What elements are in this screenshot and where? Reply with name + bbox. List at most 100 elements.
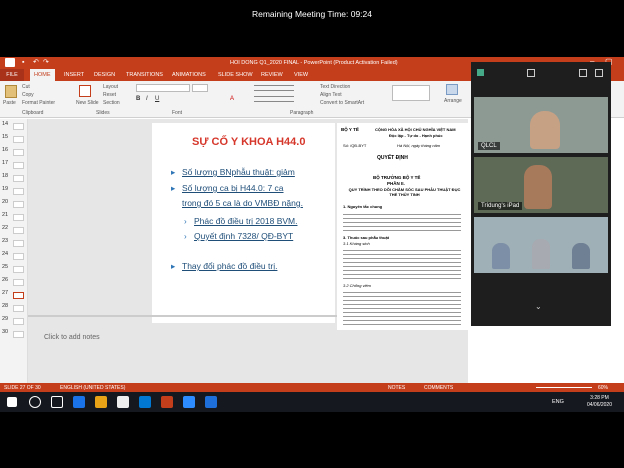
paste-icon[interactable] [5,85,17,98]
zoom-level[interactable]: 60% [598,385,608,391]
thumbnail-30[interactable]: 30 [2,329,26,340]
tab-review[interactable]: REVIEW [261,69,283,81]
bullets-icon[interactable] [254,85,294,91]
doc-part: PHẦN II. [387,181,405,186]
fullscreen-icon[interactable] [595,69,603,77]
thumbnail-25[interactable]: 25 [2,264,26,275]
align-icon[interactable] [254,96,294,102]
task-view-icon[interactable] [51,396,63,408]
participant-avatar [572,243,590,269]
zoom-video-panel: QLCL Trídung's iPad ⌄ [471,62,611,326]
thumbnail-18[interactable]: 18 [2,173,26,184]
font-name-dropdown[interactable] [136,84,190,92]
tab-design[interactable]: DESIGN [94,69,115,81]
edge-icon[interactable] [73,396,85,408]
file-explorer-icon[interactable] [95,396,107,408]
search-icon[interactable] [29,396,41,408]
tab-home[interactable]: HOME [30,69,55,81]
arrange-button[interactable]: Arrange [444,98,462,104]
system-clock[interactable]: 3:28 PM 04/06/2020 [587,395,612,409]
clock-date: 04/06/2020 [586,402,612,408]
section-button[interactable]: Section [103,100,120,106]
video-tile-qlcl[interactable]: QLCL [474,97,608,153]
save-icon[interactable]: ▪ [22,59,24,66]
language-indicator[interactable]: ENGLISH (UNITED STATES) [60,385,125,391]
thumbnail-26[interactable]: 26 [2,277,26,288]
thumbnail-19[interactable]: 19 [2,186,26,197]
slide-bullet-2[interactable]: Số lượng ca bị H44.0: 7 ca [182,183,284,193]
tab-file[interactable]: FILE [0,69,24,81]
zoom-meeting-taskbar-icon[interactable] [205,396,217,408]
cut-button[interactable]: Cut [22,84,30,90]
status-bar: SLIDE 27 OF 30 ENGLISH (UNITED STATES) N… [0,383,624,392]
tab-transitions[interactable]: TRANSITIONS [126,69,163,81]
reset-button[interactable]: Reset [103,92,116,98]
security-icon[interactable] [477,69,484,76]
windows-start-icon[interactable] [7,397,17,407]
arrange-icon[interactable] [446,84,458,95]
thumbnail-23[interactable]: 23 [2,238,26,249]
tab-animations[interactable]: ANIMATIONS [172,69,206,81]
thumbnail-28[interactable]: 28 [2,303,26,314]
thumbnail-14[interactable]: 14 [2,121,26,132]
tab-view[interactable]: VIEW [294,69,308,81]
thumbnail-27-selected[interactable]: 27 [2,290,26,301]
mail-icon[interactable] [139,396,151,408]
format-painter-button[interactable]: Format Painter [22,100,55,106]
shapes-gallery[interactable] [392,85,430,101]
slide-title[interactable]: SỰ CỐ Y KHOA H44.0 [192,136,305,148]
font-color-icon[interactable]: A [230,96,234,102]
tab-insert[interactable]: INSERT [64,69,84,81]
thumbnail-16[interactable]: 16 [2,147,26,158]
notes-button[interactable]: NOTES [388,385,405,391]
layout-button[interactable]: Layout [103,84,118,90]
underline-icon[interactable]: U [155,96,159,102]
powerpoint-taskbar-icon[interactable] [161,396,173,408]
copy-button[interactable]: Copy [22,92,34,98]
convert-smartart-button[interactable]: Convert to SmartArt [320,100,364,106]
slide-sub-bullet-2[interactable]: Quyết định 7328/ QĐ-BYT [194,231,293,241]
thumbnail-29[interactable]: 29 [2,316,26,327]
input-language[interactable]: ENG [552,399,564,405]
slide-bullet-3[interactable]: Thay đổi phác đồ điều trị. [182,261,277,271]
thumbnail-21[interactable]: 21 [2,212,26,223]
notes-placeholder[interactable]: Click to add notes [44,334,100,341]
slide-27[interactable]: SỰ CỐ Y KHOA H44.0 ▸ Số lượng BNphẫu thu… [152,123,335,323]
clock-time: 3:28 PM [590,395,609,401]
thumbnail-17[interactable]: 17 [2,160,26,171]
text-direction-button[interactable]: Text Direction [320,84,350,90]
bullet-arrow-icon: ▸ [171,167,176,177]
doc-s32: 3.2 Chống viêm [343,283,372,288]
align-text-button[interactable]: Align Text [320,92,342,98]
doc-number: Số: /QĐ-BYT [343,143,367,148]
zoom-taskbar-icon[interactable] [183,396,195,408]
zoom-slider[interactable] [536,387,592,388]
video-tile-room[interactable] [474,217,608,273]
paste-button[interactable]: Paste [3,100,16,106]
new-slide-icon[interactable] [79,85,91,97]
thumbnail-20[interactable]: 20 [2,199,26,210]
redo-icon[interactable]: ↷ [43,58,49,66]
powerpoint-logo-icon [5,58,15,67]
thumbnail-22[interactable]: 22 [2,225,26,236]
tab-slide-show[interactable]: SLIDE SHOW [218,69,253,81]
slide-bullet-2-cont[interactable]: trong đó 5 ca là do VMBĐ nặng. [182,198,303,208]
thumbnail-15[interactable]: 15 [2,134,26,145]
gallery-view-icon[interactable] [527,69,535,77]
bold-icon[interactable]: B [136,96,140,102]
new-slide-button[interactable]: New Slide [76,100,99,106]
font-size-dropdown[interactable] [192,84,208,92]
slide-sub-bullet-1[interactable]: Phác đồ điều trị 2018 BVM. [194,216,297,226]
video-tile-ipad[interactable]: Trídung's iPad [474,157,608,213]
doc-text-lines [343,289,461,327]
chevron-down-icon[interactable]: ⌄ [535,302,542,311]
font-group-label: Font [172,110,183,116]
thumbnail-24[interactable]: 24 [2,251,26,262]
undo-icon[interactable]: ↶ [33,58,39,66]
store-icon[interactable] [117,396,129,408]
minimize-video-icon[interactable] [579,69,587,77]
italic-icon[interactable]: I [146,96,148,102]
participant-avatar [530,111,560,149]
slide-bullet-1[interactable]: Số lượng BNphẫu thuật: giảm [182,167,295,177]
comments-button[interactable]: COMMENTS [424,385,453,391]
